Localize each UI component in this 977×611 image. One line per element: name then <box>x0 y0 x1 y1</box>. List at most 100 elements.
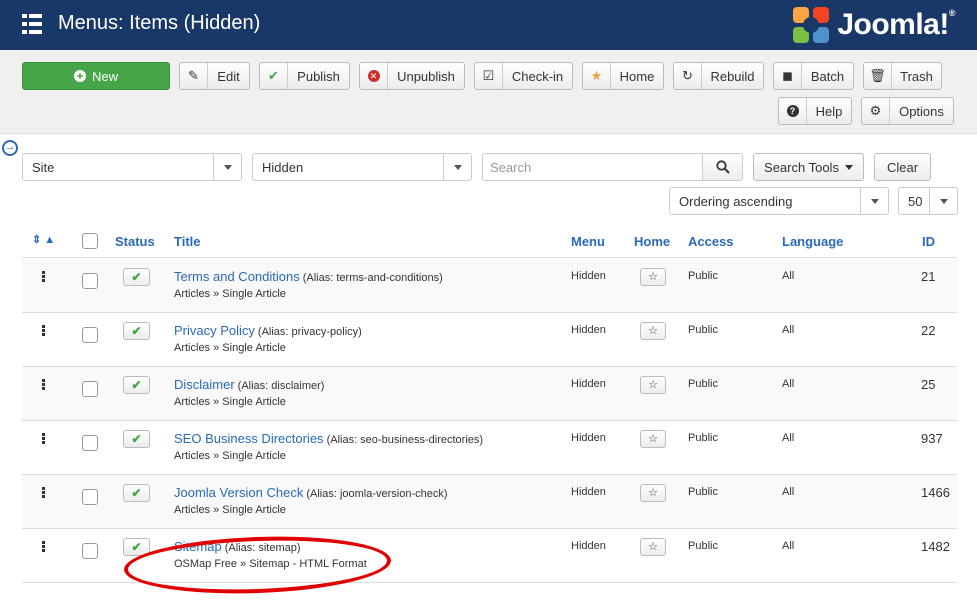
home-star-icon[interactable]: ☆ <box>640 484 666 502</box>
item-type: Articles » Single Article <box>174 504 286 516</box>
edit-button[interactable]: ✎ Edit <box>179 62 250 90</box>
home-star-icon[interactable]: ☆ <box>640 538 666 556</box>
item-title[interactable]: SEO Business Directories (Alias: seo-busi… <box>174 431 483 446</box>
item-title[interactable]: Joomla Version Check (Alias: joomla-versi… <box>174 485 448 500</box>
trash-button[interactable]: 🗑 Trash <box>863 62 942 90</box>
item-alias: (Alias: seo-business-directories) <box>326 434 484 446</box>
search-tools-button[interactable]: Search Tools <box>753 153 864 181</box>
page-title: Menus: Items (Hidden) <box>58 12 261 34</box>
item-access: Public <box>688 486 718 498</box>
row-checkbox[interactable] <box>82 327 98 343</box>
times-circle-icon: ✕ <box>360 63 388 89</box>
drag-handle-icon[interactable] <box>42 487 45 499</box>
row-checkbox[interactable] <box>82 381 98 397</box>
batch-button[interactable]: ◼ Batch <box>773 62 854 90</box>
item-menu: Hidden <box>571 378 606 390</box>
unpublish-button-label: Unpublish <box>397 68 455 84</box>
unpublish-button[interactable]: ✕ Unpublish <box>359 62 465 90</box>
clear-button-label: Clear <box>886 159 919 175</box>
trash-icon: 🗑 <box>864 63 892 89</box>
column-menu[interactable]: Menu <box>571 234 605 249</box>
item-alias: (Alias: privacy-policy) <box>257 326 362 338</box>
rebuild-button-label: Rebuild <box>710 68 755 84</box>
row-checkbox[interactable] <box>82 489 98 505</box>
options-button[interactable]: ⚙ Options <box>861 97 954 125</box>
item-language: All <box>782 324 795 336</box>
rebuild-button[interactable]: ↻ Rebuild <box>673 62 764 90</box>
ordering-select[interactable]: Ordering ascending <box>669 187 889 215</box>
home-star-icon[interactable]: ☆ <box>640 430 666 448</box>
item-title[interactable]: Privacy Policy (Alias: privacy-policy) <box>174 323 362 338</box>
publish-button-label: Publish <box>297 68 340 84</box>
sort-ordering-icon[interactable]: ⇕ ▲ <box>32 233 55 246</box>
new-button-label: New <box>91 68 118 84</box>
home-button-label: Home <box>619 68 655 84</box>
home-star-icon[interactable]: ☆ <box>640 322 666 340</box>
item-id: 22 <box>921 323 936 338</box>
column-language[interactable]: Language <box>782 234 843 249</box>
check-in-button[interactable]: ☑ Check-in <box>474 62 573 90</box>
published-check-icon[interactable]: ✔ <box>123 538 150 556</box>
new-button[interactable]: + New <box>22 62 170 90</box>
published-check-icon[interactable]: ✔ <box>123 322 150 340</box>
search-button[interactable] <box>702 153 743 181</box>
table-row: ✔ SEO Business Directories (Alias: seo-bu… <box>22 421 957 475</box>
home-button[interactable]: ★ Home <box>582 62 664 90</box>
home-star-icon[interactable]: ☆ <box>640 268 666 286</box>
drag-handle-icon[interactable] <box>42 271 45 283</box>
drag-handle-icon[interactable] <box>42 433 45 445</box>
row-checkbox[interactable] <box>82 435 98 451</box>
publish-button[interactable]: ✔ Publish <box>259 62 350 90</box>
menu-select[interactable]: Hidden <box>252 153 472 181</box>
item-language: All <box>782 540 795 552</box>
table-row: ✔ Terms and Conditions (Alias: terms-and-… <box>22 259 957 313</box>
drag-handle-icon[interactable] <box>42 325 45 337</box>
column-home[interactable]: Home <box>634 234 670 249</box>
column-title[interactable]: Title <box>174 234 201 249</box>
drag-handle-icon[interactable] <box>42 379 45 391</box>
item-access: Public <box>688 270 718 282</box>
column-id[interactable]: ID <box>922 234 935 249</box>
refresh-icon: ↻ <box>674 63 702 89</box>
item-access: Public <box>688 378 718 390</box>
item-access: Public <box>688 432 718 444</box>
published-check-icon[interactable]: ✔ <box>123 268 150 286</box>
limit-select[interactable]: 50 <box>898 187 958 215</box>
drag-handle-icon[interactable] <box>42 541 45 553</box>
search-input[interactable] <box>482 153 702 181</box>
help-button-label: Help <box>815 103 843 119</box>
question-icon: ? <box>779 98 807 124</box>
item-title[interactable]: Disclaimer (Alias: disclaimer) <box>174 377 324 392</box>
caret-down-icon <box>844 164 853 170</box>
plus-circle-icon: + <box>73 70 86 82</box>
item-menu: Hidden <box>571 270 606 282</box>
home-star-icon[interactable]: ☆ <box>640 376 666 394</box>
row-checkbox[interactable] <box>82 273 98 289</box>
header-bar: Menus: Items (Hidden) Joomla!® <box>0 0 977 50</box>
help-button[interactable]: ? Help <box>778 97 852 125</box>
chevron-down-icon <box>860 188 888 214</box>
sidebar-toggle-icon[interactable]: → <box>2 140 18 156</box>
column-access[interactable]: Access <box>688 234 734 249</box>
item-type: Articles » Single Article <box>174 288 286 300</box>
site-select[interactable]: Site <box>22 153 242 181</box>
table-row: ✔ Joomla Version Check (Alias: joomla-ver… <box>22 475 957 529</box>
batch-button-label: Batch <box>810 68 845 84</box>
published-check-icon[interactable]: ✔ <box>123 484 150 502</box>
clear-button[interactable]: Clear <box>874 153 931 181</box>
item-language: All <box>782 378 795 390</box>
edit-icon: ✎ <box>180 63 208 89</box>
published-check-icon[interactable]: ✔ <box>123 376 150 394</box>
item-title[interactable]: Sitemap (Alias: sitemap) <box>174 539 301 554</box>
search-icon <box>715 160 730 174</box>
item-id: 21 <box>921 269 936 284</box>
site-select-value: Site <box>32 160 55 175</box>
row-checkbox[interactable] <box>82 543 98 559</box>
published-check-icon[interactable]: ✔ <box>123 430 150 448</box>
item-alias: (Alias: joomla-version-check) <box>306 488 448 500</box>
column-status[interactable]: Status <box>115 234 155 249</box>
grid-icon[interactable] <box>22 14 42 34</box>
select-all-checkbox[interactable] <box>82 233 98 249</box>
limit-select-value: 50 <box>908 194 923 209</box>
item-title[interactable]: Terms and Conditions (Alias: terms-and-co… <box>174 269 443 284</box>
